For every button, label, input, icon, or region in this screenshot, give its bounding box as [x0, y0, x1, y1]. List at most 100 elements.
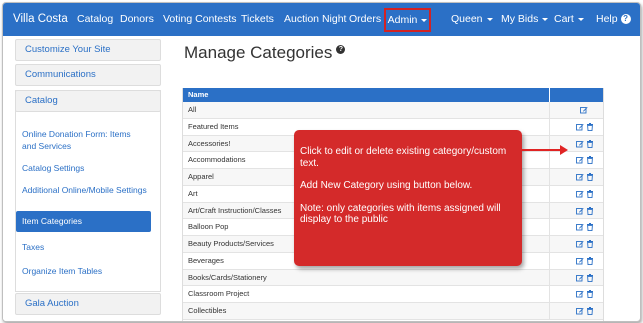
- nav-help-label: Help: [596, 13, 618, 25]
- sidebar-item-catalog-settings[interactable]: Catalog Settings: [22, 162, 84, 174]
- category-name: Apparel: [188, 172, 214, 181]
- row-actions: [576, 273, 596, 283]
- trash-icon[interactable]: [586, 290, 594, 299]
- edit-icon[interactable]: [576, 173, 584, 181]
- row-actions: [576, 290, 596, 299]
- column-divider: [549, 102, 550, 118]
- row-actions: [576, 173, 596, 182]
- column-divider: [549, 269, 550, 286]
- edit-icon[interactable]: [576, 290, 584, 298]
- annotation-arrow-head: [560, 145, 568, 155]
- column-divider: [549, 236, 550, 252]
- help-icon[interactable]: ?: [336, 45, 346, 54]
- edit-icon[interactable]: [576, 156, 584, 164]
- trash-icon[interactable]: [586, 139, 594, 148]
- row-actions: [580, 106, 590, 115]
- trash-icon[interactable]: [586, 240, 594, 249]
- nav-voting-contests[interactable]: Voting Contests: [163, 3, 237, 36]
- row-actions: [576, 240, 596, 249]
- nav-admin-label: Admin: [387, 14, 418, 26]
- nav-cart-label: Cart: [554, 13, 574, 25]
- annotation-arrow: [522, 149, 562, 151]
- annotation-callout: Click to edit or delete existing categor…: [294, 130, 522, 266]
- nav-catalog[interactable]: Catalog: [77, 3, 113, 36]
- edit-icon[interactable]: [576, 307, 584, 315]
- trash-icon[interactable]: [586, 307, 594, 316]
- trash-icon[interactable]: [586, 256, 594, 265]
- row-actions: [576, 156, 596, 165]
- sidebar-gala-auction[interactable]: Gala Auction: [15, 293, 161, 315]
- sidebar: Customize Your Site Communications Catal…: [3, 36, 173, 321]
- edit-icon[interactable]: [576, 240, 584, 248]
- table-row: All: [183, 102, 603, 119]
- sidebar-catalog[interactable]: Catalog: [15, 90, 161, 112]
- category-name: Art: [188, 188, 198, 198]
- edit-icon[interactable]: [576, 257, 584, 265]
- brand-link[interactable]: Villa Costa: [13, 3, 68, 36]
- nav-my-bids-dropdown[interactable]: My Bids: [501, 3, 549, 36]
- category-name: Accommodations: [188, 155, 246, 165]
- category-name: Classroom Project: [188, 289, 250, 299]
- sidebar-customize-your-site[interactable]: Customize Your Site: [15, 39, 161, 61]
- trash-icon[interactable]: [586, 273, 594, 282]
- category-name: Accessories!: [188, 138, 231, 148]
- edit-icon[interactable]: [576, 123, 584, 131]
- category-name: Balloon Pop: [188, 222, 229, 232]
- nav-my-bids-label: My Bids: [501, 13, 539, 25]
- nav-auction-night[interactable]: Auction Night: [284, 3, 346, 36]
- callout-add-text: Add New Category using button below.: [300, 180, 473, 191]
- nav-user-dropdown[interactable]: Queen: [451, 3, 493, 36]
- column-divider: [549, 202, 550, 219]
- column-header-name: Name: [188, 90, 209, 99]
- category-name: Beverages: [188, 255, 224, 265]
- sidebar-item-organize-item-tables[interactable]: Organize Item Tables: [22, 265, 102, 277]
- row-actions: [576, 189, 596, 199]
- column-divider: [549, 219, 550, 235]
- table-header: Name: [183, 88, 603, 102]
- trash-icon[interactable]: [586, 173, 594, 182]
- caret-down-icon: [486, 17, 493, 21]
- app-window: Villa Costa Catalog Donors Voting Contes…: [2, 2, 641, 322]
- edit-icon[interactable]: [576, 223, 584, 231]
- caret-down-icon: [542, 17, 549, 21]
- column-divider: [549, 303, 550, 319]
- category-name: Beauty Products/Services: [188, 239, 274, 248]
- help-icon: ?: [620, 14, 631, 25]
- row-actions: [576, 223, 596, 232]
- page-title: Manage Categories?: [184, 43, 346, 63]
- trash-icon[interactable]: [586, 189, 594, 198]
- nav-admin-dropdown[interactable]: Admin: [384, 8, 431, 32]
- edit-icon[interactable]: [576, 207, 584, 215]
- table-row: Collectibles: [183, 303, 603, 320]
- nav-cart-dropdown[interactable]: Cart: [554, 3, 584, 36]
- column-divider: [549, 286, 550, 302]
- row-actions: [576, 139, 596, 149]
- sidebar-item-online-donation-form[interactable]: Online Donation Form: Items and Services: [22, 128, 147, 152]
- sidebar-item-taxes[interactable]: Taxes: [22, 241, 44, 253]
- nav-orders[interactable]: Orders: [349, 3, 381, 36]
- sidebar-communications[interactable]: Communications: [15, 64, 161, 86]
- nav-tickets[interactable]: Tickets: [241, 3, 274, 36]
- callout-note-text: Note: only categories with items assigne…: [300, 202, 501, 226]
- category-name: All: [188, 105, 197, 114]
- edit-icon[interactable]: [576, 274, 584, 282]
- trash-icon[interactable]: [586, 223, 594, 232]
- trash-icon[interactable]: [586, 156, 594, 165]
- edit-icon[interactable]: [580, 106, 588, 114]
- category-name: Books/Cards/Stationery: [188, 272, 267, 282]
- column-divider: [549, 152, 550, 168]
- category-name: Art/Craft Instruction/Classes: [188, 205, 282, 215]
- caret-down-icon: [577, 17, 584, 21]
- table-row: Classroom Project: [183, 286, 603, 303]
- edit-icon[interactable]: [576, 190, 584, 198]
- nav-user-label: Queen: [451, 13, 483, 25]
- trash-icon[interactable]: [586, 122, 594, 131]
- edit-icon[interactable]: [576, 140, 584, 148]
- trash-icon[interactable]: [586, 206, 594, 215]
- row-actions: [576, 307, 596, 316]
- sidebar-item-additional-settings[interactable]: Additional Online/Mobile Settings: [22, 184, 147, 196]
- sidebar-item-item-categories[interactable]: Item Categories: [16, 211, 151, 232]
- nav-donors[interactable]: Donors: [120, 3, 154, 36]
- column-divider: [549, 252, 550, 269]
- nav-help[interactable]: Help?: [596, 3, 631, 36]
